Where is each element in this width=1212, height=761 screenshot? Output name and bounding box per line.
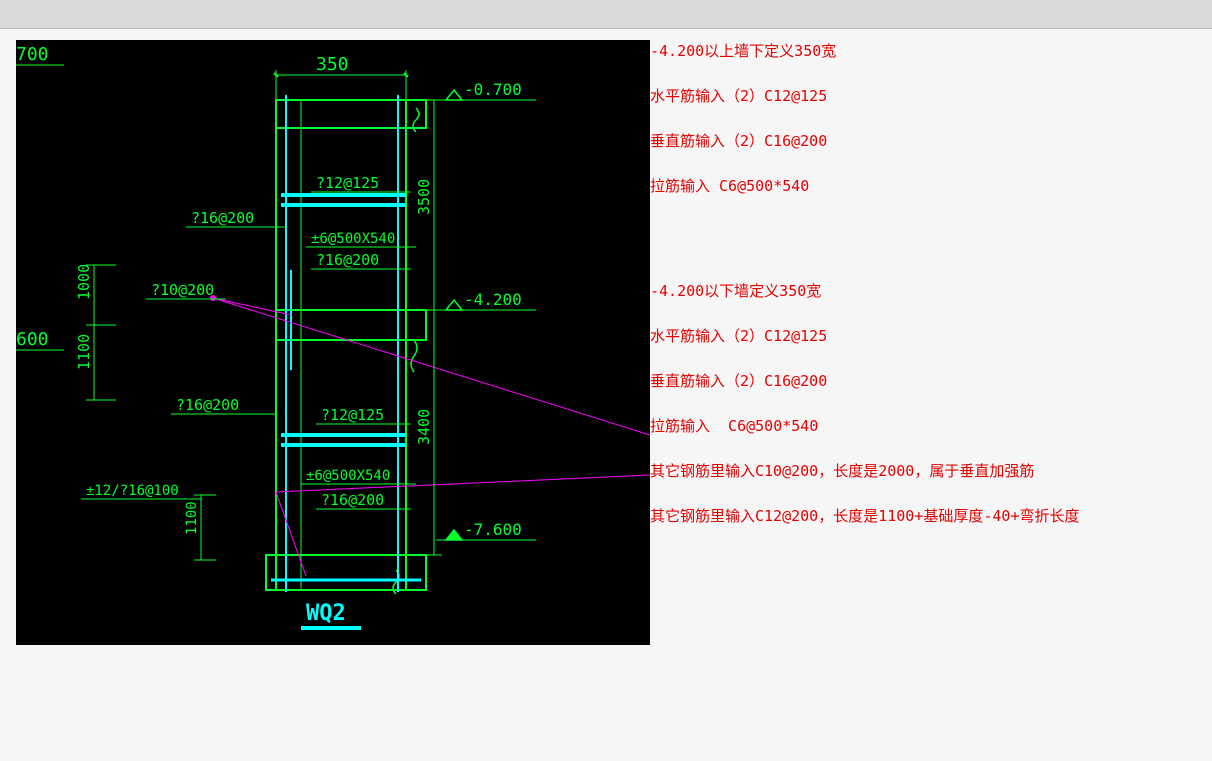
dim-label-350: 350	[316, 54, 349, 75]
cad-drawing-panel: 350 700 600 1000 1100 1100 3500 3400 -0.…	[16, 40, 650, 645]
callout-bottom-extra: ±12/?16@100	[86, 483, 179, 499]
elev-mid-tri	[446, 300, 462, 310]
break-symbol-mid	[411, 340, 417, 372]
cad-drawing-svg: 350 700 600 1000 1100 1100 3500 3400 -0.…	[16, 40, 650, 645]
note-s2-extra1: 其它钢筋里输入C10@200，长度是2000，属于垂直加强筋	[650, 460, 1210, 481]
callout-mid-extra: ?10@200	[151, 281, 214, 299]
note-s2-hbar: 水平筋输入（2）C12@125	[650, 325, 1210, 346]
top-slab	[276, 100, 426, 128]
dim-label-700: 700	[16, 44, 49, 65]
callout-upper-hbar: ?12@125	[316, 174, 379, 192]
dim-label-3500: 3500	[415, 179, 433, 215]
note-s2-heading: -4.200以下墙定义350宽	[650, 280, 1210, 301]
dim-label-1000: 1000	[75, 264, 93, 300]
note-s2-tie: 拉筋输入 C6@500*540	[650, 415, 1210, 436]
footing	[266, 555, 426, 590]
elev-bot-tri	[446, 530, 462, 540]
callout-upper-vbar2: ?16@200	[316, 251, 379, 269]
dim-label-600: 600	[16, 329, 49, 350]
note-s2-extra2: 其它钢筋里输入C12@200，长度是1100+基础厚度-40+弯折长度	[650, 505, 1210, 526]
dim-label-1100b: 1100	[184, 501, 200, 535]
elev-top-label: -0.700	[464, 80, 522, 99]
dim-label-1100: 1100	[75, 334, 93, 370]
top-strip	[0, 0, 1212, 29]
elev-bot-label: -7.600	[464, 520, 522, 539]
callout-lower-hbar: ?12@125	[321, 406, 384, 424]
drawing-title: WQ2	[306, 601, 346, 626]
callout-lower-vbar: ?16@200	[321, 491, 384, 509]
callout-lower-hbar-side: ?16@200	[176, 396, 239, 414]
callout-upper-tie: ±6@500X540	[311, 231, 395, 247]
callout-lower-tie: ±6@500X540	[306, 468, 390, 484]
elev-mid-label: -4.200	[464, 290, 522, 309]
annotation-panel: -4.200以上墙下定义350宽 水平筋输入（2）C12@125 垂直筋输入（2…	[650, 40, 1210, 550]
callout-upper-vbar: ?16@200	[191, 209, 254, 227]
note-s1-heading: -4.200以上墙下定义350宽	[650, 40, 1210, 61]
note-s1-vbar: 垂直筋输入（2）C16@200	[650, 130, 1210, 151]
leader-line-1a	[213, 298, 291, 315]
dim-label-3400: 3400	[415, 409, 433, 445]
note-s1-hbar: 水平筋输入（2）C12@125	[650, 85, 1210, 106]
elev-top-tri	[446, 90, 462, 100]
note-s1-tie: 拉筋输入 C6@500*540	[650, 175, 1210, 196]
note-s2-vbar: 垂直筋输入（2）C16@200	[650, 370, 1210, 391]
